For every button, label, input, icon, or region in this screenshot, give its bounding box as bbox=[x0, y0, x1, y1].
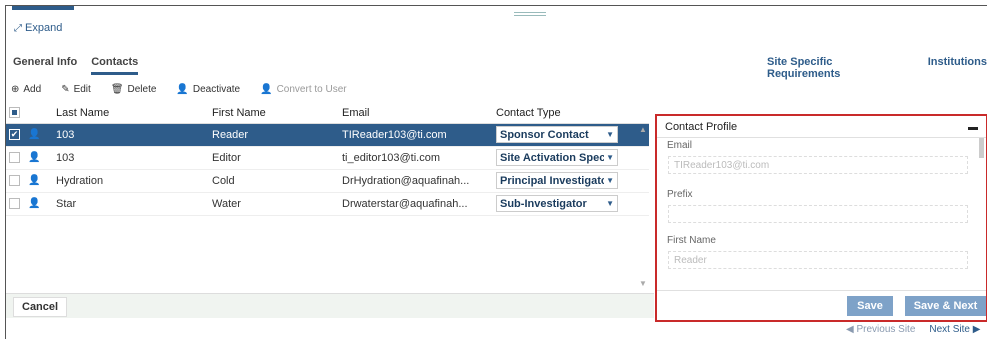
save-and-next-button[interactable]: Save & Next bbox=[905, 296, 986, 316]
expand-label: Expand bbox=[25, 22, 63, 34]
person-icon: 👤 bbox=[28, 129, 41, 140]
user-icon: 👤 bbox=[260, 84, 273, 95]
contact-type-select[interactable]: Site Activation Specialist▼ bbox=[496, 149, 626, 166]
convert-label: Convert to User bbox=[276, 84, 347, 95]
contact-type-value: Sponsor Contact bbox=[500, 128, 589, 141]
edit-label: Edit bbox=[73, 84, 91, 95]
contact-type-dropdown[interactable]: Sponsor Contact ▼ bbox=[496, 126, 618, 143]
add-label: Add bbox=[23, 84, 42, 95]
first-name-field[interactable]: Reader bbox=[668, 251, 968, 269]
tabs-left: General Info Contacts bbox=[13, 56, 152, 75]
panel-footer: Save Save & Next bbox=[657, 290, 986, 320]
edit-button[interactable]: ✎ Edit bbox=[61, 84, 91, 95]
tab-site-specific-requirements[interactable]: Site Specific Requirements bbox=[767, 56, 906, 84]
col-header-last-name[interactable]: Last Name bbox=[56, 107, 176, 119]
panel-header: Contact Profile bbox=[657, 116, 986, 138]
chevron-down-icon: ▼ bbox=[606, 199, 614, 208]
minimize-icon[interactable] bbox=[968, 127, 978, 130]
cell-first-name: Reader bbox=[212, 129, 249, 141]
tab-general-info[interactable]: General Info bbox=[13, 56, 77, 75]
chevron-down-icon: ▼ bbox=[606, 130, 614, 139]
drag-handle[interactable] bbox=[514, 12, 546, 16]
plus-circle-icon: ⊕ bbox=[11, 84, 20, 95]
top-accent-bar bbox=[12, 6, 74, 10]
email-field[interactable]: TIReader103@ti.com bbox=[668, 156, 968, 174]
site-navigation: ◀ Previous Site Next Site ▶ bbox=[846, 324, 980, 335]
contacts-grid: Last Name First Name Email Contact Type … bbox=[6, 102, 649, 216]
grid-scrollbar[interactable]: ▲ ▼ bbox=[637, 121, 649, 291]
table-row[interactable]: ✔ 👤 103 Reader TIReader103@ti.com Sponsor Con… bbox=[6, 124, 649, 147]
contact-type-select[interactable]: Principal Investigator ▼ bbox=[496, 172, 626, 189]
cancel-button[interactable]: Cancel bbox=[13, 297, 68, 317]
main-frame: ⤢ Expand General Info Contacts Site Spec… bbox=[5, 5, 987, 339]
contact-type-dropdown[interactable]: Sub-Investigator ▼ bbox=[496, 195, 618, 212]
cell-first-name: Water bbox=[212, 198, 241, 210]
cell-email: DrHydration@aquafinah... bbox=[342, 175, 470, 187]
col-header-first-name[interactable]: First Name bbox=[212, 107, 332, 119]
cell-first-name: Editor bbox=[212, 152, 241, 164]
person-icon: 👤 bbox=[28, 152, 41, 163]
row-checkbox[interactable] bbox=[9, 152, 20, 163]
table-row[interactable]: 👤 Hydration Cold DrHydration@aquafinah... Pr… bbox=[6, 170, 649, 193]
cell-last-name: 103 bbox=[56, 129, 75, 141]
contact-type-value: Sub-Investigator bbox=[500, 197, 587, 210]
person-icon: 👤 bbox=[28, 198, 41, 209]
previous-site-link[interactable]: ◀ Previous Site bbox=[846, 324, 915, 335]
tabs-right: Site Specific Requirements Institutions bbox=[767, 56, 987, 84]
panel-scrollbar[interactable] bbox=[979, 138, 984, 158]
delete-button[interactable]: 🗑 Delete bbox=[111, 84, 157, 95]
prefix-label: Prefix bbox=[667, 189, 693, 200]
expand-button[interactable]: ⤢ Expand bbox=[14, 22, 62, 34]
grid-footer bbox=[6, 293, 654, 318]
contact-type-dropdown[interactable]: Principal Investigator ▼ bbox=[496, 172, 618, 189]
chevron-down-icon: ▼ bbox=[606, 153, 614, 162]
select-all-checkbox[interactable] bbox=[9, 107, 20, 118]
scroll-down-icon[interactable]: ▼ bbox=[639, 279, 647, 288]
save-button[interactable]: Save bbox=[847, 296, 893, 316]
convert-to-user-button[interactable]: 👤 Convert to User bbox=[260, 84, 346, 95]
contact-type-value: Principal Investigator bbox=[500, 174, 604, 187]
trash-icon: 🗑 bbox=[110, 84, 124, 95]
col-header-contact-type[interactable]: Contact Type bbox=[496, 107, 626, 119]
cell-first-name: Cold bbox=[212, 175, 235, 187]
cell-last-name: 103 bbox=[56, 152, 75, 164]
grid-header: Last Name First Name Email Contact Type bbox=[6, 102, 649, 124]
row-checkbox[interactable] bbox=[9, 175, 20, 186]
contact-type-dropdown[interactable]: Site Activation Specialist▼ bbox=[496, 149, 618, 166]
panel-title: Contact Profile bbox=[665, 121, 738, 133]
contact-type-select[interactable]: Sponsor Contact ▼ bbox=[496, 126, 626, 143]
table-row[interactable]: 👤 Star Water Drwaterstar@aquafinah... Sub-In… bbox=[6, 193, 649, 216]
col-header-email[interactable]: Email bbox=[342, 107, 482, 119]
toolbar: ⊕ Add ✎ Edit 🗑 Delete 👤 Deactivate 👤 Con… bbox=[11, 84, 367, 95]
panel-body: Email TIReader103@ti.com Prefix First Na… bbox=[657, 138, 986, 290]
first-name-label: First Name bbox=[667, 235, 716, 246]
expand-icon: ⤢ bbox=[14, 22, 22, 34]
email-label: Email bbox=[667, 140, 693, 151]
user-remove-icon: 👤 bbox=[176, 84, 189, 95]
pencil-icon: ✎ bbox=[61, 84, 70, 95]
row-checkbox[interactable]: ✔ bbox=[9, 129, 20, 140]
next-site-link[interactable]: Next Site ▶ bbox=[929, 324, 980, 335]
cell-last-name: Star bbox=[56, 198, 77, 210]
grid-rows: ✔ 👤 103 Reader TIReader103@ti.com Sponsor Con… bbox=[6, 124, 649, 216]
contact-type-select[interactable]: Sub-Investigator ▼ bbox=[496, 195, 626, 212]
tab-institutions[interactable]: Institutions bbox=[928, 56, 987, 84]
delete-label: Delete bbox=[127, 84, 157, 95]
chevron-down-icon: ▼ bbox=[606, 176, 614, 185]
add-button[interactable]: ⊕ Add bbox=[11, 84, 41, 95]
cell-email: ti_editor103@ti.com bbox=[342, 152, 440, 164]
contact-type-value: Site Activation Specialist bbox=[500, 151, 604, 164]
deactivate-button[interactable]: 👤 Deactivate bbox=[176, 84, 240, 95]
person-icon: 👤 bbox=[28, 175, 41, 186]
cell-last-name: Hydration bbox=[56, 175, 104, 187]
table-row[interactable]: 👤 103 Editor ti_editor103@ti.com Site Activa… bbox=[6, 147, 649, 170]
prefix-field[interactable] bbox=[668, 205, 968, 223]
row-checkbox[interactable] bbox=[9, 198, 20, 209]
contact-profile-panel: Contact Profile Email TIReader103@ti.com… bbox=[655, 114, 987, 322]
scroll-up-icon[interactable]: ▲ bbox=[639, 125, 647, 134]
deactivate-label: Deactivate bbox=[192, 84, 241, 95]
tab-contacts[interactable]: Contacts bbox=[91, 56, 139, 75]
cell-email: TIReader103@ti.com bbox=[342, 129, 447, 141]
cell-email: Drwaterstar@aquafinah... bbox=[342, 198, 468, 210]
